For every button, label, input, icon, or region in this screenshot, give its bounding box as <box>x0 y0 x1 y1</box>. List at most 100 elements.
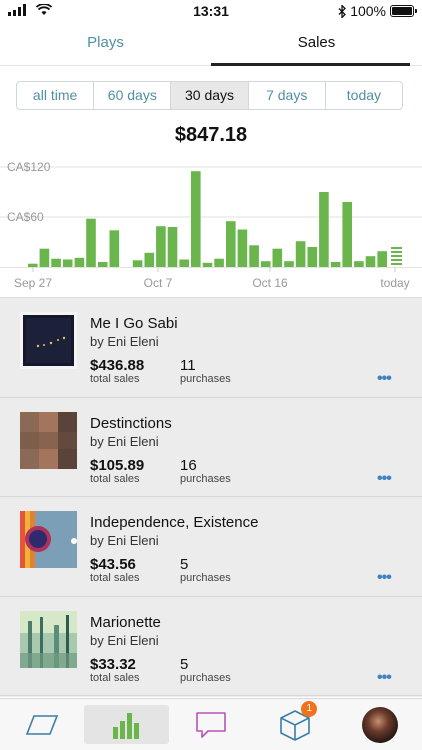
chart-bar <box>330 262 341 267</box>
item-total-sales: $105.89 <box>90 456 145 474</box>
list-item[interactable]: Independence, Existence by Eni Eleni $43… <box>0 497 422 597</box>
chart-bar <box>202 262 213 267</box>
chart-bar <box>62 259 73 267</box>
today-partial-bar <box>391 259 402 261</box>
chart-bar <box>144 252 155 267</box>
chart-bar <box>39 248 50 267</box>
chart-bar <box>97 262 108 267</box>
nav-feed[interactable] <box>0 699 84 750</box>
x-tick-label: Oct 16 <box>252 276 288 290</box>
range-60-days[interactable]: 60 days <box>94 82 172 109</box>
today-partial-bar <box>391 247 402 249</box>
range-7-days[interactable]: 7 days <box>249 82 326 109</box>
nav-profile[interactable] <box>338 699 422 750</box>
item-purchases-label: purchases <box>180 671 231 684</box>
list-item[interactable]: Me I Go Sabi by Eni Eleni $436.88 total … <box>0 298 422 398</box>
list-item[interactable]: Destinctions by Eni Eleni $105.89 total … <box>0 397 422 497</box>
y-tick-label: CA$60 <box>7 210 44 224</box>
more-options-icon[interactable]: ••• <box>377 569 392 587</box>
nav-orders[interactable]: 1 <box>253 699 337 750</box>
chart-bar <box>342 202 352 267</box>
chart-bar <box>249 245 259 267</box>
item-title: Independence, Existence <box>90 514 259 531</box>
nav-messages[interactable] <box>169 699 253 750</box>
more-options-icon[interactable]: ••• <box>377 669 392 687</box>
item-total-sales: $33.32 <box>90 655 136 673</box>
bluetooth-icon <box>338 4 347 18</box>
sales-total: $847.18 <box>174 124 248 146</box>
chart-bar <box>319 192 329 267</box>
x-tick-label: today <box>380 276 409 290</box>
chart-bar <box>167 227 178 267</box>
range-selector: all time 60 days 30 days 7 days today <box>16 81 403 110</box>
status-right: 100% <box>338 3 417 19</box>
more-options-icon[interactable]: ••• <box>377 470 392 488</box>
item-artist: by Eni Eleni <box>90 632 159 648</box>
chart-bar <box>214 258 224 267</box>
item-purchases: 5 <box>180 556 189 573</box>
avatar <box>361 706 398 743</box>
album-art-dark-starfield <box>20 312 77 369</box>
item-total-sales-label: total sales <box>90 472 140 485</box>
battery-icon <box>390 5 417 17</box>
status-bar: 13:31 100% <box>0 0 422 22</box>
sales-list: Me I Go Sabi by Eni Eleni $436.88 total … <box>0 297 422 697</box>
item-purchases-label: purchases <box>180 472 231 485</box>
item-total-sales: $43.56 <box>90 556 136 573</box>
bar-chart-icon <box>112 712 139 739</box>
today-partial-bar <box>391 263 402 265</box>
album-art-teal-forest <box>20 610 77 668</box>
chart-bar <box>237 229 248 267</box>
item-title: Marionette <box>90 613 161 631</box>
item-title: Destinctions <box>90 414 172 432</box>
chart-bar <box>365 256 376 267</box>
sales-bar-chart: CA$120 CA$60 Sep 27 Oct 7 Oct 16 today <box>0 160 422 290</box>
top-tabs: Plays Sales <box>0 22 422 66</box>
item-purchases: 11 <box>180 357 196 374</box>
album-art-brown-panels <box>20 411 77 469</box>
today-partial-bar <box>391 255 402 257</box>
chart-bar <box>260 261 271 267</box>
parallelogram-icon <box>26 714 59 735</box>
range-30-days[interactable]: 30 days <box>171 82 249 109</box>
item-total-sales-label: total sales <box>90 572 140 584</box>
range-all-time[interactable]: all time <box>17 82 95 109</box>
more-options-icon[interactable]: ••• <box>377 370 392 388</box>
x-tick-label: Oct 7 <box>144 276 173 290</box>
chart-bar <box>295 241 306 267</box>
sales-chart: CA$120 CA$60 Sep 27 Oct 7 Oct 16 today <box>0 155 422 295</box>
chart-bar <box>307 247 318 267</box>
item-artist: by Eni Eleni <box>90 533 159 548</box>
item-artist: by Eni Eleni <box>90 433 159 449</box>
speech-bubble-icon <box>196 711 226 738</box>
nav-stats[interactable] <box>84 705 169 744</box>
y-tick-label: CA$120 <box>7 160 51 174</box>
item-total-sales-label: total sales <box>90 373 140 385</box>
item-title: Me I Go Sabi <box>90 315 178 332</box>
battery-percent: 100% <box>350 3 386 19</box>
item-purchases-label: purchases <box>180 572 231 584</box>
item-purchases: 5 <box>180 655 189 673</box>
item-total-sales-label: total sales <box>90 671 140 684</box>
tab-plays[interactable]: Plays <box>0 22 211 65</box>
chart-bar <box>272 248 283 267</box>
bottom-nav: 1 <box>0 698 422 750</box>
x-tick-label: Sep 27 <box>14 276 52 290</box>
item-purchases-label: purchases <box>180 373 231 385</box>
notification-badge: 1 <box>301 701 318 717</box>
today-partial-bar <box>391 251 402 253</box>
chart-bar <box>86 218 96 267</box>
list-item[interactable]: Marionette by Eni Eleni $33.32 total sal… <box>0 596 422 696</box>
chart-bar <box>51 258 61 267</box>
chart-bar <box>284 261 294 267</box>
chart-bar <box>156 226 166 267</box>
chart-bar <box>179 259 189 267</box>
item-purchases: 16 <box>180 456 197 474</box>
chart-bar <box>132 260 143 267</box>
chart-bar <box>377 251 387 267</box>
tab-sales[interactable]: Sales <box>211 22 422 66</box>
chart-bar <box>191 171 201 267</box>
chart-bar <box>354 261 364 267</box>
range-today[interactable]: today <box>326 82 402 109</box>
chart-bar <box>226 221 236 267</box>
